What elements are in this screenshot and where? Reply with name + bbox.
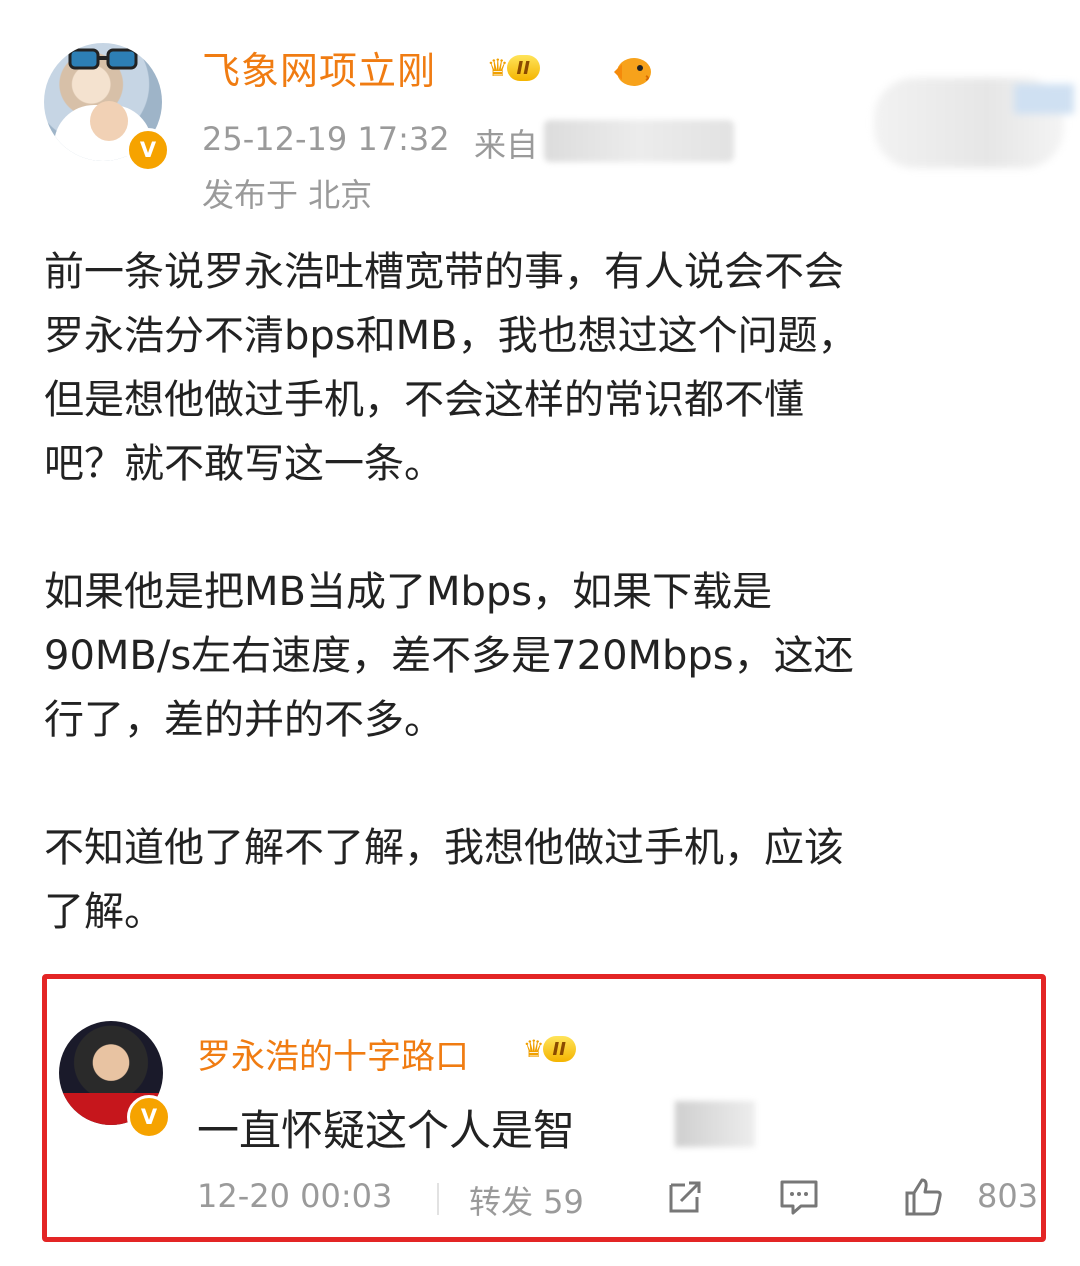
highlighted-repost[interactable]: V 罗永浩的十字路口 ♛ II 一直怀疑这个人是智 12-20 00:03 转发…	[42, 974, 1046, 1242]
blurred-follow-button[interactable]	[874, 78, 1074, 168]
post-body: 前一条说罗永浩吐槽宽带的事，有人说会不会 罗永浩分不清bps和MB，我也想过这个…	[44, 240, 1034, 944]
level-text: II	[542, 1036, 576, 1062]
divider	[437, 1183, 439, 1215]
blurred-source	[544, 120, 734, 162]
pufferfish-icon	[614, 58, 651, 86]
repost-count[interactable]: 转发 59	[469, 1177, 584, 1223]
avatar-child	[90, 101, 128, 141]
post-source-label: 来自	[474, 126, 539, 164]
repost-action-bar: 12-20 00:03 转发 59 803	[197, 1177, 1042, 1221]
post-header: V 飞象网项立刚 ♛ II 25-12-19 17:32 来自 发布于 北京	[44, 38, 1074, 218]
thumbs-up-icon[interactable]	[901, 1175, 945, 1219]
crown-icon: ♛	[523, 1035, 545, 1063]
member-level-badge[interactable]: ♛ II	[487, 54, 540, 82]
post-timestamp: 25-12-19 17:32	[202, 120, 450, 158]
verified-badge-icon: V	[127, 1095, 171, 1139]
repost-author-name[interactable]: 罗永浩的十字路口	[197, 1029, 469, 1078]
like-count: 803	[977, 1177, 1039, 1215]
crown-icon: ♛	[487, 54, 509, 82]
repost-timestamp: 12-20 00:03	[197, 1177, 393, 1215]
post-paragraph: 不知道他了解不了解，我想他做过手机，应该 了解。	[44, 825, 844, 935]
blurred-follow-accent	[1014, 84, 1074, 114]
share-icon[interactable]	[663, 1175, 707, 1219]
post-location: 发布于 北京	[202, 176, 373, 214]
level-text: II	[506, 55, 540, 81]
post-paragraph: 前一条说罗永浩吐槽宽带的事，有人说会不会 罗永浩分不清bps和MB，我也想过这个…	[44, 249, 858, 487]
author-name[interactable]: 飞象网项立刚	[202, 40, 436, 95]
member-level-badge[interactable]: ♛ II	[523, 1035, 576, 1063]
comment-icon[interactable]	[777, 1175, 821, 1219]
sticker-glasses-icon	[68, 48, 138, 70]
repost-text: 一直怀疑这个人是智	[197, 1106, 576, 1155]
post-paragraph: 如果他是把MB当成了Mbps，如果下载是 90MB/s左右速度，差不多是720M…	[44, 569, 854, 743]
blurred-text	[675, 1101, 755, 1147]
verified-badge-icon: V	[126, 128, 170, 172]
